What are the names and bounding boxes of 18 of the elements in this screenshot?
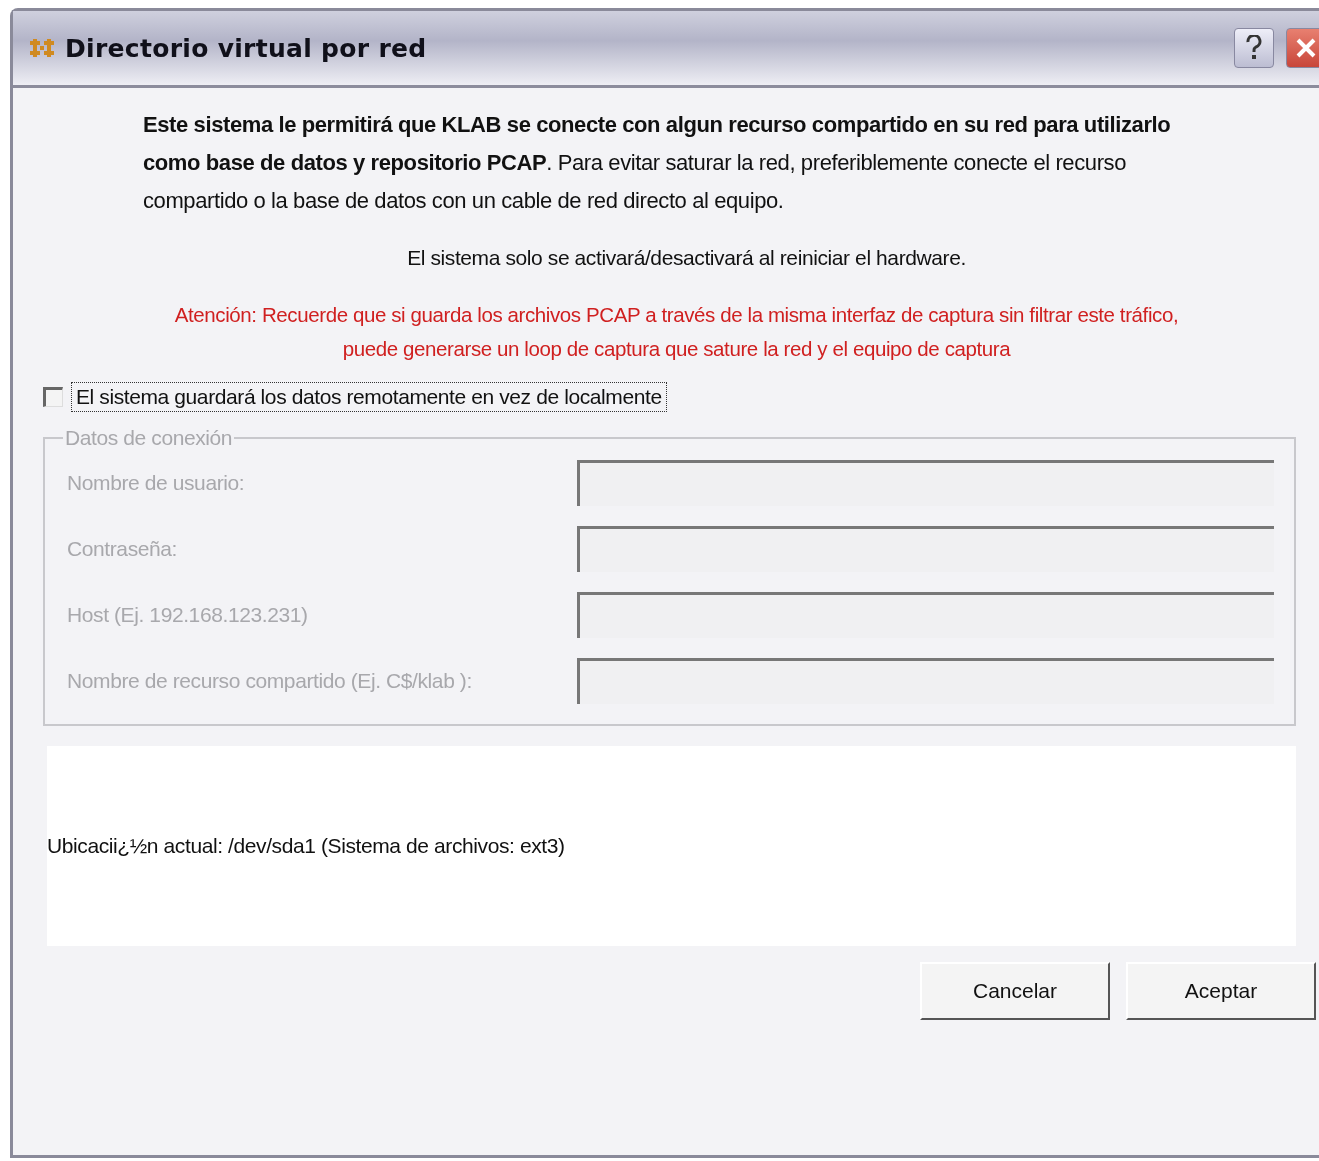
field-label: Contraseña:: [67, 537, 178, 561]
close-icon: [1294, 36, 1318, 60]
group-legend: Datos de conexión: [63, 426, 235, 450]
warning-text: Atención: Recuerde que si guarda los archivos PCAP a través de la misma interfaz de captura sin filtrar este tráfico, puede generarse un loop de captura que sature la red y el equipo de captura: [173, 302, 1180, 362]
field-label: Nombre de usuario:: [67, 471, 246, 495]
location-text: Ubicacii¿½n actual: /dev/sda1 (Sistema de archivos: ext3): [47, 834, 565, 858]
intro-paragraph: Este sistema le permitirá que KLAB se conecte con algun recurso compartido en su red para utilizarlo como base de datos y repositorio PCAP. Para evitar saturar la red, preferiblemente conecte el recurso compartido o la base de datos con un cable de red directo al equipo.: [143, 111, 1172, 215]
help-button[interactable]: [1234, 28, 1274, 68]
checkbox-label[interactable]: El sistema guardará los datos remotamente en vez de localmente: [71, 382, 667, 412]
cancel-button[interactable]: Cancelar: [920, 962, 1110, 1020]
checkbox[interactable]: [43, 387, 63, 407]
field-label: Nombre de recurso compartido (Ej. C$/klab ):: [67, 669, 473, 693]
help-icon: [1245, 35, 1263, 61]
close-button[interactable]: [1286, 28, 1319, 68]
window-title: Directorio virtual por red: [65, 33, 428, 63]
notice-text: El sistema solo se activará/desactivará al reiniciar el hardware.: [406, 246, 967, 270]
field-label: Host (Ej. 192.168.123.231): [67, 603, 309, 627]
accept-button[interactable]: Aceptar: [1126, 962, 1316, 1020]
